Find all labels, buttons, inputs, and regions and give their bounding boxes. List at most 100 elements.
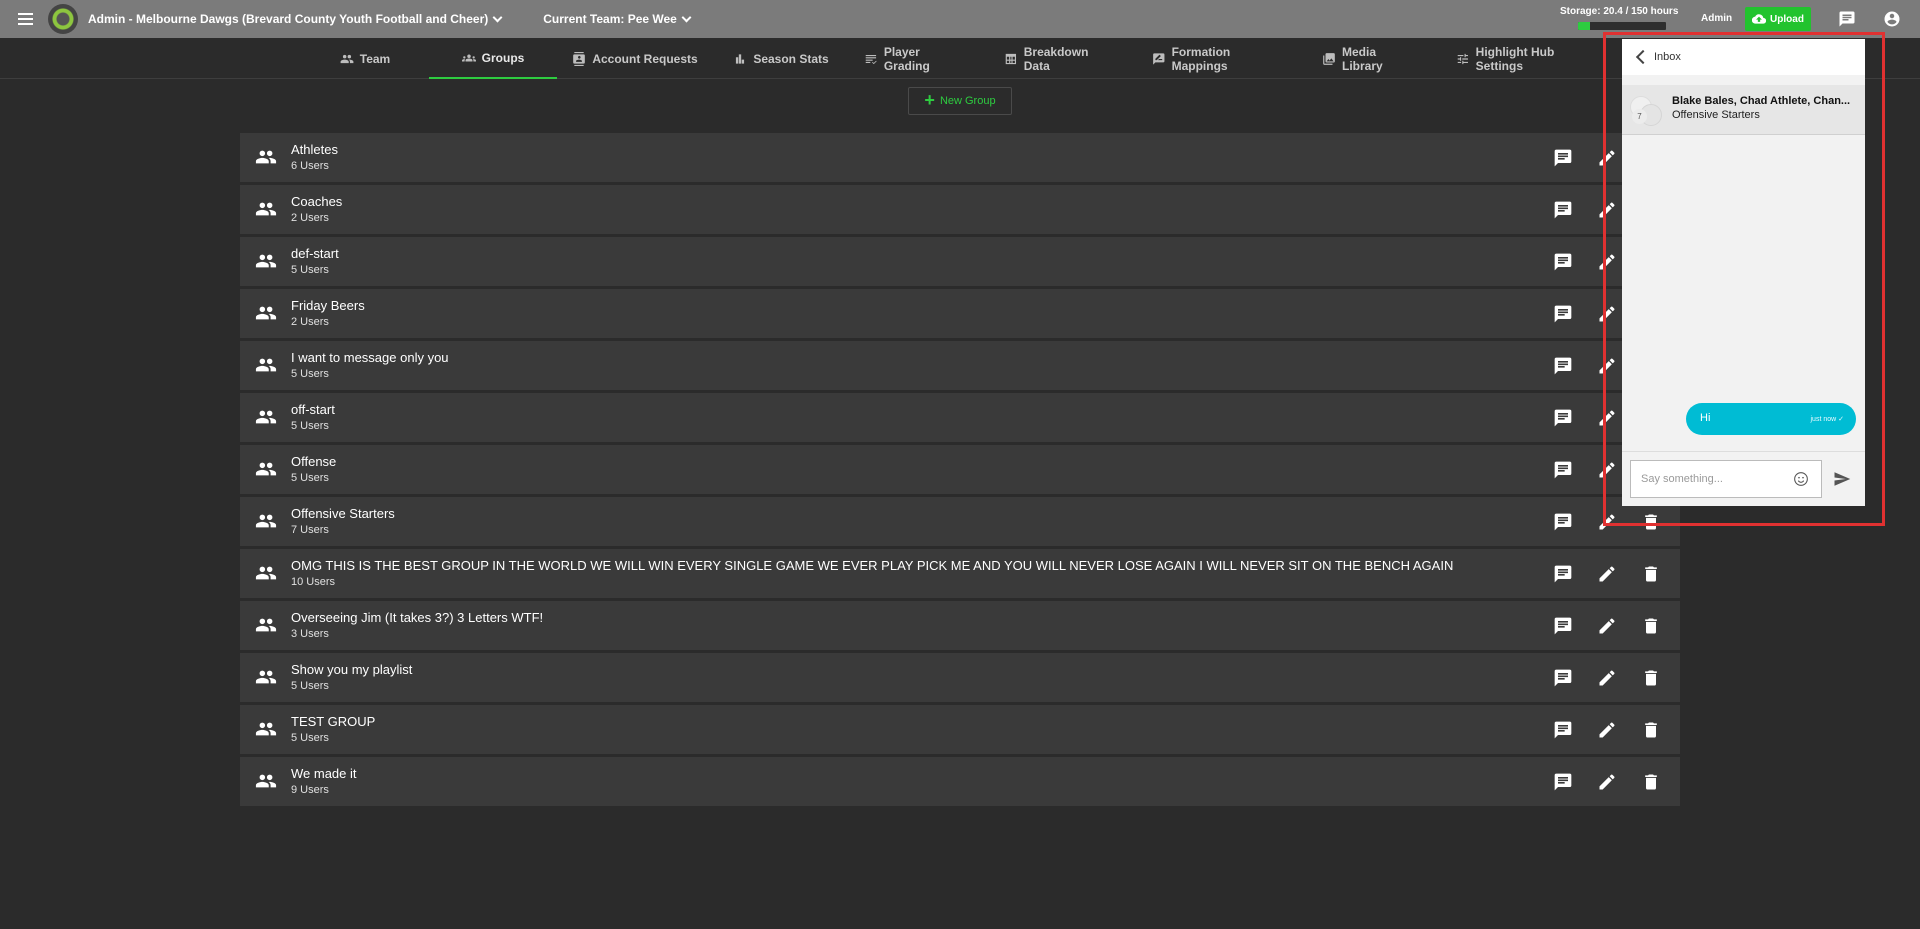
edit-icon[interactable] — [1597, 304, 1617, 324]
inbox-back-button[interactable]: Inbox — [1622, 39, 1865, 75]
group-row[interactable]: Show you my playlist 5 Users — [240, 653, 1680, 702]
emoji-icon[interactable] — [1793, 471, 1809, 487]
chat-icon[interactable] — [1553, 460, 1573, 480]
tab-player-grading[interactable]: Player Grading — [864, 38, 968, 79]
group-icon — [255, 720, 277, 738]
upload-button[interactable]: Upload — [1745, 7, 1811, 31]
delete-icon[interactable] — [1641, 668, 1661, 688]
group-icon — [255, 200, 277, 218]
tab-media-library[interactable]: Media Library — [1322, 38, 1420, 79]
delete-icon[interactable] — [1641, 720, 1661, 740]
tab-team[interactable]: Team — [328, 38, 402, 79]
tab-label: Team — [359, 51, 391, 66]
group-row[interactable]: OMG THIS IS THE BEST GROUP IN THE WORLD … — [240, 549, 1680, 598]
new-group-label: New Group — [939, 95, 996, 107]
chat-icon[interactable] — [1553, 200, 1573, 220]
delete-icon[interactable] — [1641, 616, 1661, 636]
bar-chart-icon — [736, 53, 745, 64]
chat-icon[interactable] — [1553, 252, 1573, 272]
edit-icon[interactable] — [1597, 148, 1617, 168]
tab-breakdown-data[interactable]: Breakdown Data — [1004, 38, 1116, 79]
tab-formation-mappings[interactable]: Formation Mappings — [1152, 38, 1286, 79]
chat-icon[interactable] — [1553, 304, 1573, 324]
tab-label: Formation Mappings — [1171, 44, 1231, 73]
team-selector[interactable]: Current Team: Pee Wee — [543, 12, 692, 26]
edit-icon[interactable] — [1597, 668, 1617, 688]
chat-icon[interactable] — [1838, 10, 1856, 28]
chat-icon[interactable] — [1553, 148, 1573, 168]
tab-account-requests[interactable]: Account Requests — [572, 38, 698, 79]
member-count-badge: 7 — [1632, 109, 1647, 124]
storage-progress-fill — [1578, 22, 1590, 30]
photo-library-icon — [1323, 52, 1335, 65]
tab-groups[interactable]: Groups — [429, 38, 557, 79]
tab-label: Highlight Hub Settings — [1475, 44, 1555, 73]
group-icon — [255, 772, 277, 790]
edit-icon[interactable] — [1597, 772, 1617, 792]
group-row[interactable]: Overseeing Jim (It takes 3?) 3 Letters W… — [240, 601, 1680, 650]
group-row[interactable]: I want to message only you 5 Users — [240, 341, 1680, 390]
chat-icon[interactable] — [1553, 564, 1573, 584]
conversation-members: Blake Bales, Chad Athlete, Chan... — [1672, 95, 1851, 107]
group-row[interactable]: Offense 5 Users — [240, 445, 1680, 494]
edit-icon[interactable] — [1597, 356, 1617, 376]
storage-label: Storage: 20.4 / 150 hours — [1560, 6, 1679, 17]
delete-icon[interactable] — [1641, 512, 1661, 532]
admin-label: Admin — [1701, 13, 1733, 24]
conversation-item[interactable]: 7 Blake Bales, Chad Athlete, Chan... Off… — [1622, 85, 1865, 135]
tab-season-stats[interactable]: Season Stats — [731, 38, 831, 79]
edit-icon[interactable] — [1597, 408, 1617, 428]
edit-icon[interactable] — [1597, 460, 1617, 480]
chat-icon[interactable] — [1553, 408, 1573, 428]
send-icon[interactable] — [1833, 470, 1851, 488]
group-name: Show you my playlist — [291, 662, 413, 677]
delete-icon[interactable] — [1641, 772, 1661, 792]
message-bubble: Hi just now ✓ — [1686, 403, 1856, 435]
edit-icon[interactable] — [1597, 564, 1617, 584]
edit-icon[interactable] — [1597, 616, 1617, 636]
group-row[interactable]: Athletes 6 Users — [240, 133, 1680, 182]
chat-icon[interactable] — [1553, 668, 1573, 688]
chat-icon[interactable] — [1553, 616, 1573, 636]
chat-icon[interactable] — [1553, 772, 1573, 792]
edit-icon[interactable] — [1597, 252, 1617, 272]
group-name: Offensive Starters — [291, 506, 395, 521]
group-name: Overseeing Jim (It takes 3?) 3 Letters W… — [291, 610, 544, 625]
delete-icon[interactable] — [1641, 564, 1661, 584]
edit-icon[interactable] — [1597, 720, 1617, 740]
group-name: I want to message only you — [291, 350, 449, 365]
group-icon — [255, 304, 277, 322]
group-user-count: 5 Users — [291, 264, 329, 276]
edit-icon[interactable] — [1597, 200, 1617, 220]
tab-label: Season Stats — [753, 51, 829, 66]
chat-icon[interactable] — [1553, 356, 1573, 376]
edit-icon[interactable] — [1597, 512, 1617, 532]
group-row[interactable]: Coaches 2 Users — [240, 185, 1680, 234]
org-selector[interactable]: Admin - Melbourne Dawgs (Brevard County … — [88, 12, 503, 26]
chat-icon[interactable] — [1553, 720, 1573, 740]
group-user-count: 5 Users — [291, 472, 329, 484]
conversation-group: Offensive Starters — [1672, 109, 1760, 121]
group-name: OMG THIS IS THE BEST GROUP IN THE WORLD … — [291, 558, 1454, 573]
group-name: Offense — [291, 454, 337, 469]
chat-icon[interactable] — [1553, 512, 1573, 532]
group-row[interactable]: We made it 9 Users — [240, 757, 1680, 806]
group-icon — [255, 408, 277, 426]
group-user-count: 3 Users — [291, 628, 329, 640]
group-name: Friday Beers — [291, 298, 365, 313]
group-icon — [255, 356, 277, 374]
group-row[interactable]: TEST GROUP 5 Users — [240, 705, 1680, 754]
new-group-button[interactable]: + New Group — [908, 87, 1012, 115]
tab-label: Breakdown Data — [1023, 44, 1089, 73]
logo[interactable] — [48, 4, 78, 34]
chevron-left-icon — [1635, 49, 1651, 65]
account-circle-icon[interactable] — [1883, 10, 1901, 28]
group-row[interactable]: Offensive Starters 7 Users — [240, 497, 1680, 546]
menu-icon[interactable] — [18, 0, 46, 38]
group-row[interactable]: Friday Beers 2 Users — [240, 289, 1680, 338]
tab-highlight-hub-settings[interactable]: Highlight Hub Settings — [1456, 38, 1602, 79]
group-row[interactable]: off-start 5 Users — [240, 393, 1680, 442]
group-row[interactable]: def-start 5 Users — [240, 237, 1680, 286]
chat-panel: Inbox 7 Blake Bales, Chad Athlete, Chan.… — [1622, 39, 1865, 506]
group-user-count: 2 Users — [291, 316, 329, 328]
